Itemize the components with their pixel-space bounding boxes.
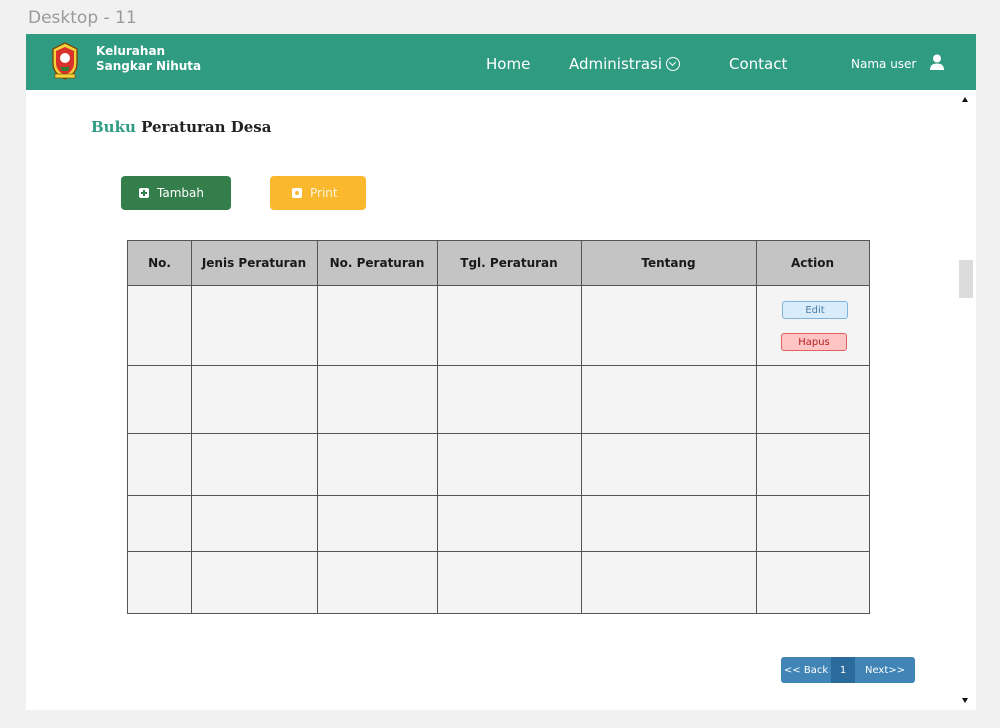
pagination-next-button[interactable]: Next>> xyxy=(855,657,915,683)
column-header-nomor[interactable]: No. Peraturan xyxy=(317,241,437,285)
scroll-up-arrow-icon[interactable] xyxy=(962,97,968,102)
table-row xyxy=(128,434,869,495)
page-title-rest: Peraturan Desa xyxy=(141,118,272,136)
brand-line-2: Sangkar Nihuta xyxy=(96,59,202,73)
top-navbar: Kelurahan Sangkar Nihuta Home Administra… xyxy=(26,34,976,90)
column-header-no[interactable]: No. xyxy=(128,241,191,285)
table-row xyxy=(128,552,869,613)
column-header-action[interactable]: Action xyxy=(756,241,869,285)
nav-administrasi[interactable]: Administrasi xyxy=(569,55,681,73)
nav-home[interactable]: Home xyxy=(486,55,530,73)
village-emblem-icon[interactable] xyxy=(50,41,80,81)
brand-name[interactable]: Kelurahan Sangkar Nihuta xyxy=(96,44,201,74)
scrollbar-thumb[interactable] xyxy=(959,260,973,298)
delete-button[interactable]: Hapus xyxy=(781,333,847,351)
chevron-down-icon xyxy=(666,56,681,71)
pagination-back-button[interactable]: << Back xyxy=(781,657,831,683)
print-button[interactable]: Print xyxy=(270,176,366,210)
frame-label: Desktop - 11 xyxy=(28,8,137,28)
print-icon xyxy=(292,188,302,198)
page-title: Buku Peraturan Desa xyxy=(91,118,271,136)
add-button-label: Tambah xyxy=(157,186,204,200)
table-row xyxy=(128,496,869,551)
user-name[interactable]: Nama user xyxy=(851,57,916,71)
column-header-jenis[interactable]: Jenis Peraturan xyxy=(191,241,317,285)
scroll-down-arrow-icon[interactable] xyxy=(962,698,968,703)
pagination-current-page[interactable]: 1 xyxy=(831,657,855,683)
plus-square-icon xyxy=(139,188,149,198)
regulations-table: No. Jenis Peraturan No. Peraturan Tgl. P… xyxy=(127,240,870,614)
user-icon[interactable] xyxy=(930,54,944,70)
table-header: No. Jenis Peraturan No. Peraturan Tgl. P… xyxy=(128,241,869,286)
brand-line-1: Kelurahan xyxy=(96,44,166,58)
nav-administrasi-label: Administrasi xyxy=(569,55,663,73)
vertical-scrollbar[interactable] xyxy=(956,90,976,710)
column-header-tanggal[interactable]: Tgl. Peraturan xyxy=(437,241,581,285)
table-row xyxy=(128,286,869,365)
app-window: Kelurahan Sangkar Nihuta Home Administra… xyxy=(26,34,976,710)
table-row xyxy=(128,366,869,433)
pagination: << Back 1 Next>> xyxy=(781,657,915,683)
add-button[interactable]: Tambah xyxy=(121,176,231,210)
nav-contact[interactable]: Contact xyxy=(729,55,787,73)
column-header-tentang[interactable]: Tentang xyxy=(581,241,756,285)
print-button-label: Print xyxy=(310,186,338,200)
page-title-accent: Buku xyxy=(91,118,136,136)
edit-button[interactable]: Edit xyxy=(782,301,848,319)
